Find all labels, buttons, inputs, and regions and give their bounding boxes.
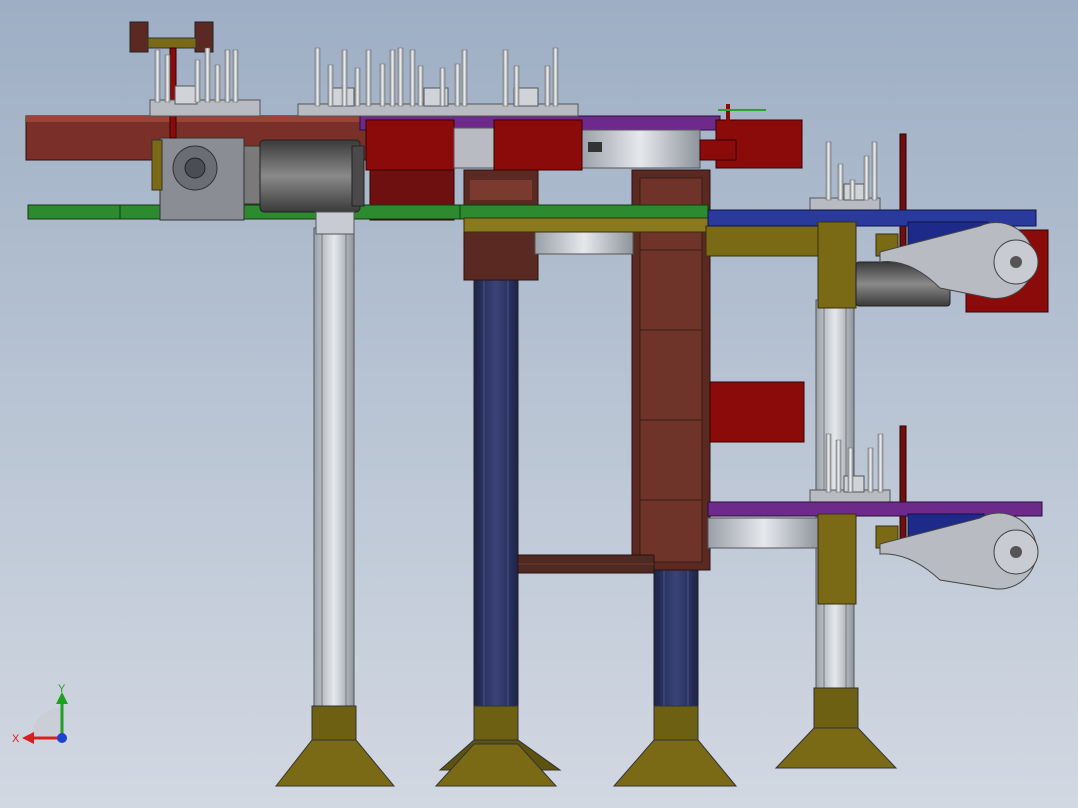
motor-mount[interactable] <box>315 211 355 235</box>
center-steel-plate[interactable] <box>534 231 634 255</box>
axis-triad: Y X <box>10 680 80 760</box>
assembly-model[interactable] <box>0 0 1078 808</box>
right-leg-foot[interactable] <box>774 687 898 769</box>
drive-motor[interactable] <box>243 139 365 213</box>
cross-brace[interactable] <box>517 554 655 574</box>
triad-plane <box>31 707 62 736</box>
right-lower-bracket[interactable] <box>817 513 899 605</box>
left-leg-foot[interactable] <box>274 705 396 787</box>
x-axis-arrowhead <box>22 732 34 744</box>
top-steel-rail[interactable] <box>579 129 701 169</box>
y-axis-label: Y <box>58 683 66 695</box>
left-aluminum-leg[interactable] <box>313 227 355 711</box>
center-right-leg-foot[interactable] <box>612 705 738 787</box>
x-axis-label: X <box>12 733 20 745</box>
top-rod-cluster-2[interactable] <box>297 47 579 117</box>
red-mid-block[interactable] <box>709 381 805 443</box>
red-guard-block-2[interactable] <box>493 119 583 171</box>
cad-viewport[interactable]: Y X <box>0 0 1078 808</box>
red-guard-block-1[interactable] <box>365 119 455 171</box>
top-rod-cluster-1[interactable] <box>149 47 261 117</box>
gearbox[interactable] <box>159 137 245 221</box>
green-conveyor-belt[interactable] <box>27 204 709 220</box>
bearing-housing[interactable] <box>453 127 495 169</box>
center-left-leg-foot[interactable] <box>434 705 562 787</box>
coupling[interactable] <box>151 139 163 191</box>
z-axis-dot <box>57 733 67 743</box>
center-left-navy-leg[interactable] <box>473 229 519 711</box>
